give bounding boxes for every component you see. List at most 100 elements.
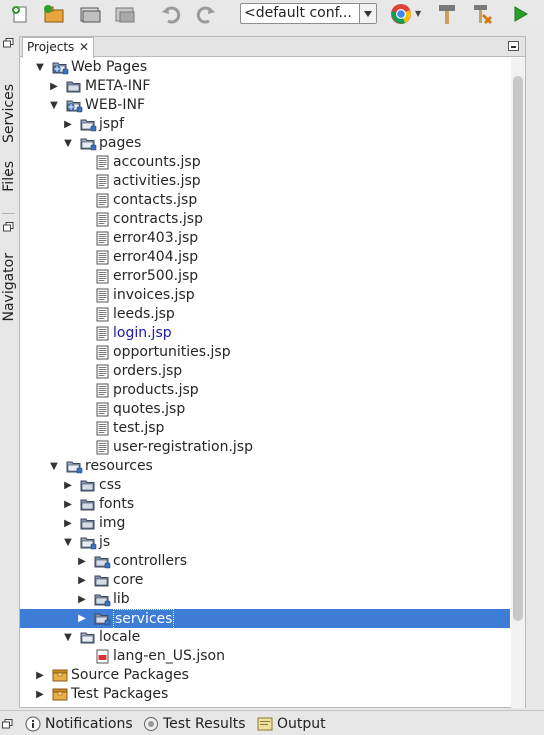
collapsed-arrow-icon[interactable]: ▶ [62, 115, 74, 134]
collapsed-arrow-icon[interactable]: ▶ [76, 552, 88, 571]
tree-item-label: services [113, 609, 175, 630]
expanded-arrow-icon[interactable]: ▼ [48, 457, 60, 476]
jsp-icon [94, 402, 111, 417]
tab-files[interactable]: Files [0, 146, 17, 206]
tree-item-label: contacts.jsp [113, 192, 198, 208]
tab-test-results[interactable]: Test Results [143, 714, 246, 733]
jsp-icon [94, 155, 111, 170]
tab-output[interactable]: Output [257, 714, 326, 733]
tree-row[interactable]: ▼ Web Pages [20, 58, 510, 77]
new-project-icon[interactable] [42, 2, 66, 26]
tree-row[interactable]: quotes.jsp [20, 400, 510, 419]
close-project-icon[interactable] [113, 2, 137, 26]
close-icon[interactable]: ✕ [79, 38, 89, 57]
tree-row[interactable]: contracts.jsp [20, 210, 510, 229]
jsp-icon [94, 193, 111, 208]
tree-item-label: Web Pages [71, 59, 148, 75]
config-select[interactable]: <default conf... [240, 3, 377, 24]
tree-row[interactable]: accounts.jsp [20, 153, 510, 172]
tree-row[interactable]: ▼ locale [20, 628, 510, 647]
restore-window-icon[interactable] [0, 36, 17, 50]
tree-row[interactable]: orders.jsp [20, 362, 510, 381]
tree-row[interactable]: error404.jsp [20, 248, 510, 267]
tree-row[interactable]: ▶ Test Packages [20, 685, 510, 704]
tree-item-label: test.jsp [113, 420, 165, 436]
webpages-icon [52, 60, 69, 75]
jsp-icon [94, 307, 111, 322]
tree-item-label: orders.jsp [113, 363, 183, 379]
expanded-arrow-icon[interactable]: ▼ [62, 533, 74, 552]
tree-row[interactable]: ▼ resources [20, 457, 510, 476]
collapsed-arrow-icon[interactable]: ▶ [76, 571, 88, 590]
side-tab-strip: Services Files Navigator [0, 28, 17, 708]
jsp-icon [94, 231, 111, 246]
tree-row[interactable]: error500.jsp [20, 267, 510, 286]
jsp-icon [94, 326, 111, 341]
tree-row[interactable]: error403.jsp [20, 229, 510, 248]
tree-row[interactable]: test.jsp [20, 419, 510, 438]
tree-row[interactable]: leeds.jsp [20, 305, 510, 324]
tree-row[interactable]: activities.jsp [20, 172, 510, 191]
tree-row[interactable]: ▶ services [20, 609, 510, 630]
chevron-down-icon [359, 4, 376, 23]
tab-navigator[interactable]: Navigator [0, 240, 17, 335]
tree-row[interactable]: opportunities.jsp [20, 343, 510, 362]
run-icon[interactable] [508, 2, 532, 26]
minimize-panel-button[interactable] [508, 41, 519, 51]
collapsed-arrow-icon[interactable]: ▶ [34, 666, 46, 685]
clean-build-icon[interactable] [470, 2, 494, 26]
tree-row[interactable]: products.jsp [20, 381, 510, 400]
collapsed-arrow-icon[interactable]: ▶ [76, 590, 88, 609]
collapsed-arrow-icon[interactable]: ▶ [48, 77, 60, 96]
vertical-scrollbar[interactable] [511, 58, 525, 708]
tree-row[interactable]: ▶ core [20, 571, 510, 590]
tree-row[interactable]: user-registration.jsp [20, 438, 510, 457]
tree-row[interactable]: ▼ pages [20, 134, 510, 153]
restore-window-icon-3[interactable] [2, 714, 17, 733]
tree-row[interactable]: invoices.jsp [20, 286, 510, 305]
expanded-arrow-icon[interactable]: ▼ [62, 134, 74, 153]
panel-tab-bar: Projects ✕ [20, 37, 525, 58]
tree-row[interactable]: login.jsp [20, 324, 510, 343]
undo-icon[interactable] [159, 2, 183, 26]
tree-row[interactable]: contacts.jsp [20, 191, 510, 210]
expanded-arrow-icon[interactable]: ▼ [34, 58, 46, 77]
tree-item-label: resources [85, 458, 153, 474]
tab-test-results-label: Test Results [163, 715, 246, 732]
new-file-icon[interactable] [8, 2, 32, 26]
tab-projects[interactable]: Projects ✕ [22, 37, 94, 58]
tree-row[interactable]: ▶ controllers [20, 552, 510, 571]
tree-row[interactable]: lang-en_US.json [20, 647, 510, 666]
build-icon[interactable] [435, 2, 459, 26]
tree-row[interactable]: ▼ js [20, 533, 510, 552]
redo-icon[interactable] [194, 2, 218, 26]
expanded-arrow-icon[interactable]: ▼ [48, 96, 60, 115]
browser-dropdown-icon[interactable]: ▼ [415, 9, 421, 18]
browser-icon[interactable] [389, 2, 413, 26]
open-project-icon[interactable] [78, 2, 102, 26]
collapsed-arrow-icon[interactable]: ▶ [62, 514, 74, 533]
tab-notifications[interactable]: Notifications [25, 714, 133, 733]
tree-row[interactable]: ▶ img [20, 514, 510, 533]
scroll-thumb[interactable] [513, 76, 523, 621]
tree-row[interactable]: ▶ lib [20, 590, 510, 609]
tree-row[interactable]: ▶ fonts [20, 495, 510, 514]
collapsed-arrow-icon[interactable]: ▶ [34, 685, 46, 704]
tree-row[interactable]: ▶ META-INF [20, 77, 510, 96]
expanded-arrow-icon[interactable]: ▼ [62, 628, 74, 647]
collapsed-arrow-icon[interactable]: ▶ [62, 495, 74, 514]
folder-icon [80, 516, 97, 531]
tree-row[interactable]: ▶ css [20, 476, 510, 495]
tree-item-label: invoices.jsp [113, 287, 195, 303]
projects-panel: Projects ✕ ▼ Web Pages ▶ META-INF ▼ WEB-INF ▶ j… [19, 36, 526, 708]
collapsed-arrow-icon[interactable]: ▶ [62, 476, 74, 495]
restore-window-icon-2[interactable] [0, 220, 17, 234]
tree-row[interactable]: ▶ jspf [20, 115, 510, 134]
collapsed-arrow-icon[interactable]: ▶ [76, 609, 88, 628]
test-results-icon [144, 716, 158, 731]
tree-item-label: accounts.jsp [113, 154, 201, 170]
tree-row[interactable]: ▶ Source Packages [20, 666, 510, 685]
package-icon [52, 668, 69, 683]
tree-row[interactable]: ▼ WEB-INF [20, 96, 510, 115]
tree-item-label: css [99, 477, 122, 493]
